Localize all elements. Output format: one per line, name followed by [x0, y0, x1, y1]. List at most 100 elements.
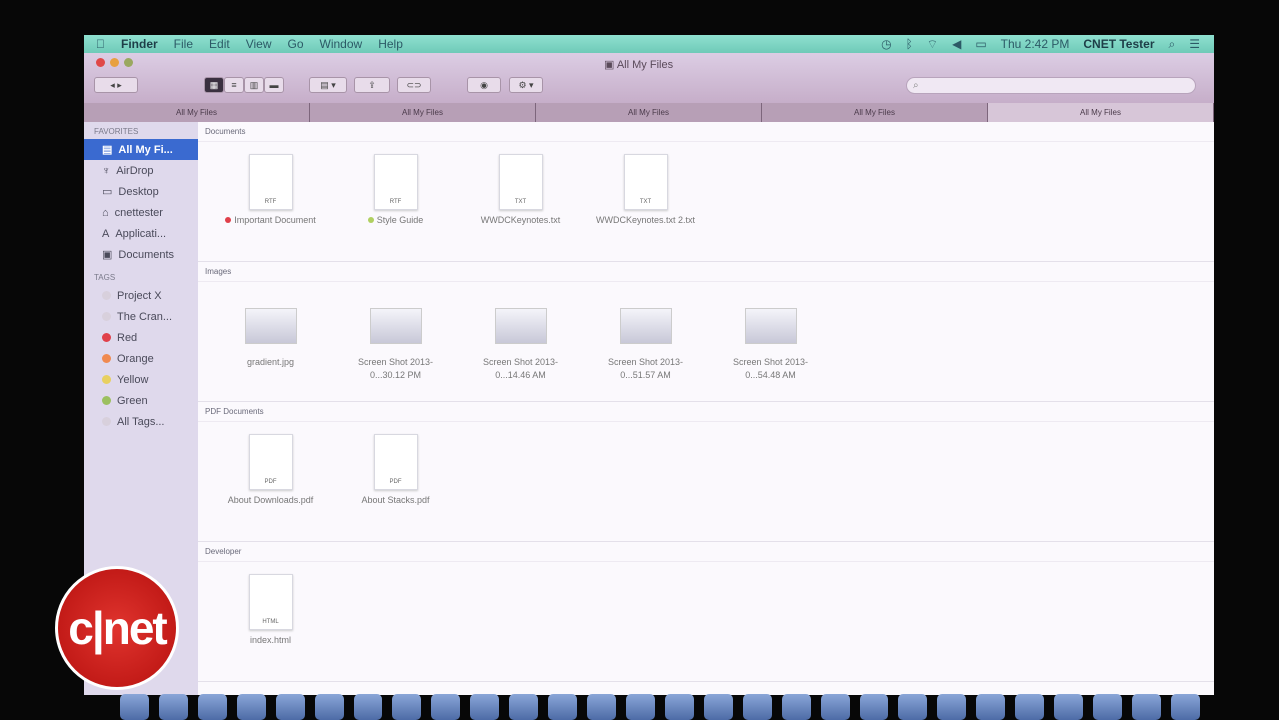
volume-icon[interactable]: ◀ — [952, 37, 961, 51]
file-browser: Documents RTF Important Document RTF Style G… — [198, 122, 1214, 695]
dock-app-icon[interactable] — [392, 694, 422, 720]
dock-app-icon[interactable] — [898, 694, 928, 720]
dock-app-icon[interactable] — [509, 694, 539, 720]
spotlight-icon[interactable]: ⌕ — [1169, 37, 1176, 52]
menu-edit[interactable]: Edit — [209, 37, 230, 51]
file-item[interactable]: RTF Style Guide — [333, 142, 458, 227]
file-item[interactable]: Screen Shot 2013-0...14.46 AM — [458, 282, 583, 382]
dock-app-icon[interactable] — [859, 694, 889, 720]
sidebar-tag[interactable]: Green — [84, 390, 198, 411]
tab-5[interactable]: All My Files — [988, 103, 1214, 122]
tab-3[interactable]: All My Files — [536, 103, 762, 122]
sidebar-item[interactable]: ▭ Desktop — [84, 181, 198, 202]
dock-app-icon[interactable] — [548, 694, 578, 720]
bluetooth-icon[interactable]: ᛒ — [906, 37, 913, 51]
menu-go[interactable]: Go — [288, 37, 304, 51]
file-item[interactable]: Screen Shot 2013-0...51.57 AM — [583, 282, 708, 382]
tab-4[interactable]: All My Files — [762, 103, 988, 122]
wifi-icon[interactable]: ⌔ — [927, 37, 938, 52]
dock-app-icon[interactable] — [781, 694, 811, 720]
dock-app-icon[interactable] — [353, 694, 383, 720]
zoom-button[interactable] — [124, 58, 133, 67]
close-button[interactable] — [96, 58, 105, 67]
arrange-button[interactable]: ▤ ▾ — [309, 77, 347, 93]
document-icon: PDF — [373, 434, 418, 490]
file-item[interactable]: Screen Shot 2013-0...54.48 AM — [708, 282, 833, 382]
share-button[interactable]: ⇪ — [354, 77, 390, 93]
view-icon-button[interactable]: ▦ — [204, 77, 224, 93]
sidebar-tag-label: Red — [117, 331, 138, 344]
file-item[interactable]: HTML index.html — [208, 562, 333, 647]
file-item[interactable]: PDF About Stacks.pdf — [333, 422, 458, 507]
view-column-button[interactable]: ▥ — [244, 77, 264, 93]
dock-app-icon[interactable] — [1170, 694, 1200, 720]
time-machine-icon[interactable]: ◷ — [881, 37, 891, 51]
tab-2[interactable]: All My Files — [310, 103, 536, 122]
menu-window[interactable]: Window — [320, 37, 363, 51]
group-items: RTF Important Document RTF Style Guide TXT WW… — [198, 142, 1214, 227]
file-item[interactable]: PDF About Downloads.pdf — [208, 422, 333, 507]
sidebar-tag[interactable]: Orange — [84, 348, 198, 369]
view-list-button[interactable]: ≡ — [224, 77, 244, 93]
dock-app-icon[interactable] — [976, 694, 1006, 720]
sidebar-tag[interactable]: All Tags... — [84, 411, 198, 432]
dock-app-icon[interactable] — [587, 694, 616, 720]
dock-app-icon[interactable] — [742, 694, 772, 720]
dock-app-icon[interactable] — [625, 694, 655, 720]
file-item[interactable]: TXT WWDCKeynotes.txt — [458, 142, 583, 227]
dock-app-icon[interactable] — [197, 694, 227, 720]
dock-app-icon[interactable] — [236, 694, 266, 720]
image-thumbnail — [244, 308, 297, 344]
tags-button[interactable]: ⊂⊃ — [397, 77, 431, 93]
search-input[interactable]: ⌕ — [906, 77, 1196, 94]
menu-finder[interactable]: Finder — [121, 37, 158, 51]
dock-app-icon[interactable] — [1131, 694, 1161, 720]
file-item[interactable]: TXT WWDCKeynotes.txt 2.txt — [583, 142, 708, 227]
dock-app-icon[interactable] — [703, 694, 733, 720]
menu-file[interactable]: File — [174, 37, 193, 51]
file-name: Screen Shot 2013-0...30.12 PM — [357, 357, 434, 380]
tag-color-dot — [102, 333, 111, 342]
battery-icon[interactable]: ▭ — [975, 37, 986, 51]
dock-app-icon[interactable] — [314, 694, 344, 720]
tag-color-dot — [102, 291, 111, 300]
sidebar-item[interactable]: ⌂ cnettester — [84, 202, 198, 223]
menu-view[interactable]: View — [246, 37, 272, 51]
file-item[interactable]: gradient.jpg — [208, 282, 333, 382]
sidebar-tag[interactable]: Yellow — [84, 369, 198, 390]
sidebar-item[interactable]: ♆ AirDrop — [84, 160, 198, 181]
sidebar-tag[interactable]: Red — [84, 327, 198, 348]
sidebar-item-label: cnettester — [114, 206, 163, 219]
dock-app-icon[interactable] — [937, 694, 967, 720]
sidebar-tag[interactable]: The Cran... — [84, 306, 198, 327]
dock-app-icon[interactable] — [470, 694, 500, 720]
user-menu[interactable]: CNET Tester — [1083, 37, 1154, 51]
dock-app-icon[interactable] — [431, 694, 461, 720]
sidebar-item[interactable]: ▣ Documents — [84, 244, 198, 265]
dock-app-icon[interactable] — [158, 694, 188, 720]
dock-app-icon[interactable] — [1093, 694, 1122, 720]
file-item[interactable]: RTF Important Document — [208, 142, 333, 227]
back-forward-buttons[interactable]: ◂ ▸ — [94, 77, 138, 93]
tab-bar: All My Files All My Files All My Files A… — [84, 103, 1214, 122]
sidebar-tag[interactable]: Project X — [84, 285, 198, 306]
clock[interactable]: Thu 2:42 PM — [1001, 37, 1070, 51]
tags-header: TAGS — [94, 273, 116, 282]
file-item[interactable]: Screen Shot 2013-0...30.12 PM — [333, 282, 458, 382]
sidebar-item[interactable]: A Applicati... — [84, 223, 198, 244]
dock-app-icon[interactable] — [820, 694, 850, 720]
apple-menu-icon[interactable]:  — [96, 37, 105, 51]
menu-help[interactable]: Help — [378, 37, 403, 51]
dock-app-icon[interactable] — [1054, 694, 1084, 720]
view-coverflow-button[interactable]: ▬ — [264, 77, 284, 93]
minimize-button[interactable] — [110, 58, 119, 67]
dock-app-icon[interactable] — [120, 694, 149, 720]
action-gear-button[interactable]: ⚙ ▾ — [509, 77, 543, 93]
notification-center-icon[interactable]: ☰ — [1189, 37, 1200, 51]
dock-app-icon[interactable] — [664, 694, 694, 720]
sidebar-item[interactable]: ▤ All My Fi... — [84, 139, 198, 160]
tab-1[interactable]: All My Files — [84, 103, 310, 122]
dock-app-icon[interactable] — [275, 694, 305, 720]
dock-app-icon[interactable] — [1015, 694, 1045, 720]
quick-look-button[interactable]: ◉ — [467, 77, 501, 93]
